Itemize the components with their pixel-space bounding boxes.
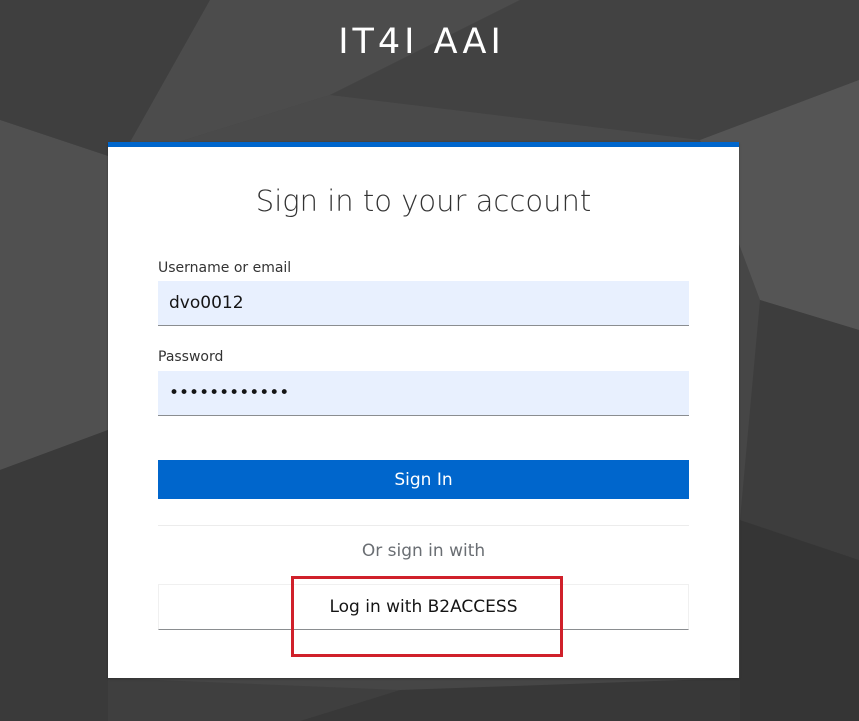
sign-in-button[interactable]: Sign In xyxy=(158,460,689,499)
page-title: Sign in to your account xyxy=(255,184,592,218)
password-label: Password xyxy=(158,349,224,365)
login-card: Sign in to your account Username or emai… xyxy=(108,142,739,678)
password-field[interactable] xyxy=(158,371,689,416)
username-label: Username or email xyxy=(158,260,292,276)
b2access-login-button[interactable]: Log in with B2ACCESS xyxy=(158,584,689,630)
username-field[interactable] xyxy=(158,281,689,326)
social-separator-text: Or sign in with xyxy=(361,541,486,561)
separator-line xyxy=(158,525,689,526)
realm-title: IT4I AAI xyxy=(338,22,505,62)
